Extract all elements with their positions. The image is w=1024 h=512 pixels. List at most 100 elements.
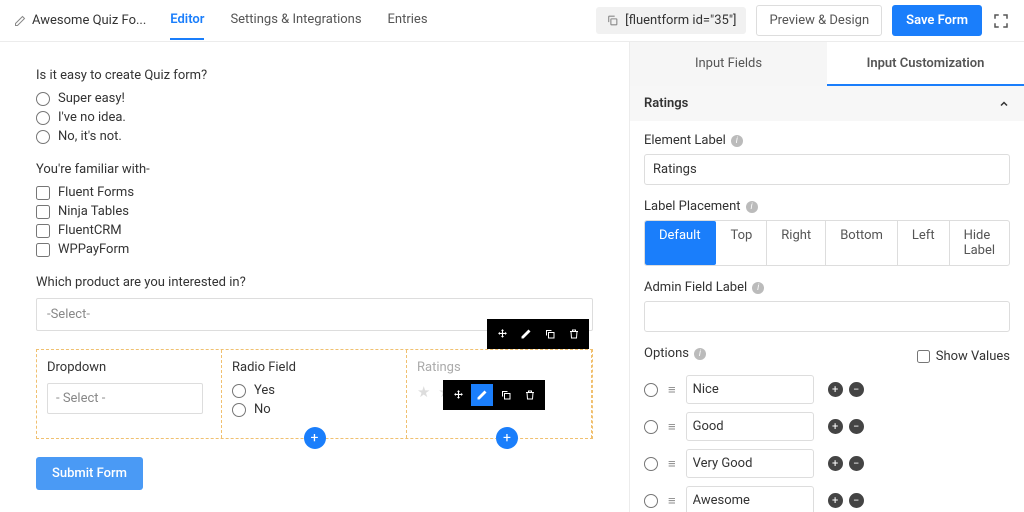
option-default-radio[interactable] xyxy=(644,494,658,508)
q1-label: Is it easy to create Quiz form? xyxy=(36,68,593,83)
trash-icon[interactable] xyxy=(563,323,585,345)
row-toolbar xyxy=(487,319,589,349)
field-admin-label: Admin Field Labeli xyxy=(644,280,1010,332)
edit-icon[interactable] xyxy=(515,323,537,345)
section-header-ratings[interactable]: Ratings xyxy=(630,86,1024,121)
add-option-icon[interactable]: + xyxy=(828,456,843,471)
c2-option[interactable]: No xyxy=(232,402,396,417)
option-text-input[interactable] xyxy=(686,412,814,441)
add-option-icon[interactable]: + xyxy=(828,419,843,434)
info-icon[interactable]: i xyxy=(694,348,706,360)
q2-checkbox[interactable] xyxy=(36,186,50,200)
option-row: ≡ +− xyxy=(644,375,1010,404)
question-1[interactable]: Is it easy to create Quiz form? Super ea… xyxy=(36,68,593,144)
element-label-input[interactable] xyxy=(644,154,1010,185)
tab-editor[interactable]: Editor xyxy=(170,1,204,40)
c1-select[interactable]: - Select - xyxy=(47,383,203,414)
section-title: Ratings xyxy=(644,96,688,111)
q2-checkbox[interactable] xyxy=(36,243,50,257)
drag-icon[interactable]: ≡ xyxy=(668,493,676,509)
preview-button[interactable]: Preview & Design xyxy=(756,5,882,36)
placement-option[interactable]: Bottom xyxy=(826,221,898,265)
option-row: ≡ +− xyxy=(644,449,1010,478)
option-default-radio[interactable] xyxy=(644,457,658,471)
add-below-icon[interactable]: + xyxy=(496,427,518,449)
option-text-input[interactable] xyxy=(686,449,814,478)
drag-icon[interactable]: ≡ xyxy=(668,419,676,435)
add-option-icon[interactable]: + xyxy=(828,493,843,508)
save-button[interactable]: Save Form xyxy=(892,5,982,36)
add-row-icon[interactable]: + xyxy=(304,427,326,449)
tab-input-fields[interactable]: Input Fields xyxy=(630,42,827,86)
submit-button[interactable]: Submit Form xyxy=(36,457,143,490)
remove-option-icon[interactable]: − xyxy=(849,493,864,508)
info-icon[interactable]: i xyxy=(746,201,758,213)
option-default-radio[interactable] xyxy=(644,420,658,434)
q2-option[interactable]: FluentCRM xyxy=(36,223,593,238)
q2-checkbox[interactable] xyxy=(36,224,50,238)
form-canvas: Is it easy to create Quiz form? Super ea… xyxy=(0,42,629,512)
placement-option[interactable]: Left xyxy=(898,221,950,265)
option-text-input[interactable] xyxy=(686,375,814,404)
tab-input-customization[interactable]: Input Customization xyxy=(827,42,1024,86)
q2-option[interactable]: Fluent Forms xyxy=(36,185,593,200)
q1-option[interactable]: I've no idea. xyxy=(36,110,593,125)
q1-option[interactable]: No, it's not. xyxy=(36,129,593,144)
remove-option-icon[interactable]: − xyxy=(849,456,864,471)
placement-option[interactable]: Right xyxy=(767,221,826,265)
c2-option[interactable]: Yes xyxy=(232,383,396,398)
move-icon[interactable] xyxy=(491,323,513,345)
c2-radio[interactable] xyxy=(232,384,246,398)
copy-icon[interactable] xyxy=(539,323,561,345)
option-row: ≡ +− xyxy=(644,412,1010,441)
remove-option-icon[interactable]: − xyxy=(849,382,864,397)
option-default-radio[interactable] xyxy=(644,383,658,397)
placement-option[interactable]: Default xyxy=(645,221,716,265)
placement-option[interactable]: Hide Label xyxy=(950,221,1009,265)
q2-option-label: Fluent Forms xyxy=(58,185,134,200)
q2-option[interactable]: WPPayForm xyxy=(36,242,593,257)
remove-option-icon[interactable]: − xyxy=(849,419,864,434)
col-2-radio[interactable]: Radio Field YesNo xyxy=(222,350,407,438)
c2-radio[interactable] xyxy=(232,403,246,417)
show-values-checkbox[interactable] xyxy=(917,350,930,363)
copy-icon[interactable] xyxy=(495,384,517,406)
tab-entries[interactable]: Entries xyxy=(388,1,428,40)
pencil-icon xyxy=(14,15,26,27)
question-2[interactable]: You're familiar with- Fluent FormsNinja … xyxy=(36,162,593,257)
admin-label-input[interactable] xyxy=(644,301,1010,332)
form-title[interactable]: Awesome Quiz Fo... xyxy=(14,13,146,28)
q1-option-label: No, it's not. xyxy=(58,129,122,144)
tab-settings[interactable]: Settings & Integrations xyxy=(230,1,361,40)
drag-icon[interactable]: ≡ xyxy=(668,382,676,398)
info-icon[interactable]: i xyxy=(752,282,764,294)
sidebar: Input Fields Input Customization Ratings… xyxy=(629,42,1024,512)
drag-icon[interactable]: ≡ xyxy=(668,456,676,472)
option-text-input[interactable] xyxy=(686,486,814,512)
label-placement-group: DefaultTopRightBottomLeftHide Label xyxy=(644,220,1010,266)
q1-radio[interactable] xyxy=(36,130,50,144)
fullscreen-icon[interactable] xyxy=(992,12,1010,30)
field-label-placement: Label Placementi DefaultTopRightBottomLe… xyxy=(644,199,1010,266)
placement-option[interactable]: Top xyxy=(716,221,767,265)
field-toolbar xyxy=(443,380,545,410)
edit-icon[interactable] xyxy=(471,384,493,406)
info-icon[interactable]: i xyxy=(731,135,743,147)
move-icon[interactable] xyxy=(447,384,469,406)
q1-radio[interactable] xyxy=(36,92,50,106)
trash-icon[interactable] xyxy=(519,384,541,406)
main-tabs: Editor Settings & Integrations Entries xyxy=(170,1,427,40)
q2-option[interactable]: Ninja Tables xyxy=(36,204,593,219)
q2-checkbox[interactable] xyxy=(36,205,50,219)
shortcode-display[interactable]: [fluentform id="35"] xyxy=(596,7,746,34)
q1-option-label: I've no idea. xyxy=(58,110,126,125)
show-values-toggle[interactable]: Show Values xyxy=(917,349,1010,364)
col-3-ratings[interactable]: Ratings ★ ★ ★ ★ ★ + xyxy=(407,350,592,438)
col-1-dropdown[interactable]: Dropdown - Select - xyxy=(37,350,222,438)
columns-row[interactable]: Dropdown - Select - Radio Field YesNo Ra… xyxy=(36,349,593,439)
options-lbl: Options xyxy=(644,346,689,361)
q1-option[interactable]: Super easy! xyxy=(36,91,593,106)
add-option-icon[interactable]: + xyxy=(828,382,843,397)
q1-radio[interactable] xyxy=(36,111,50,125)
shortcode-text: [fluentform id="35"] xyxy=(625,13,736,28)
